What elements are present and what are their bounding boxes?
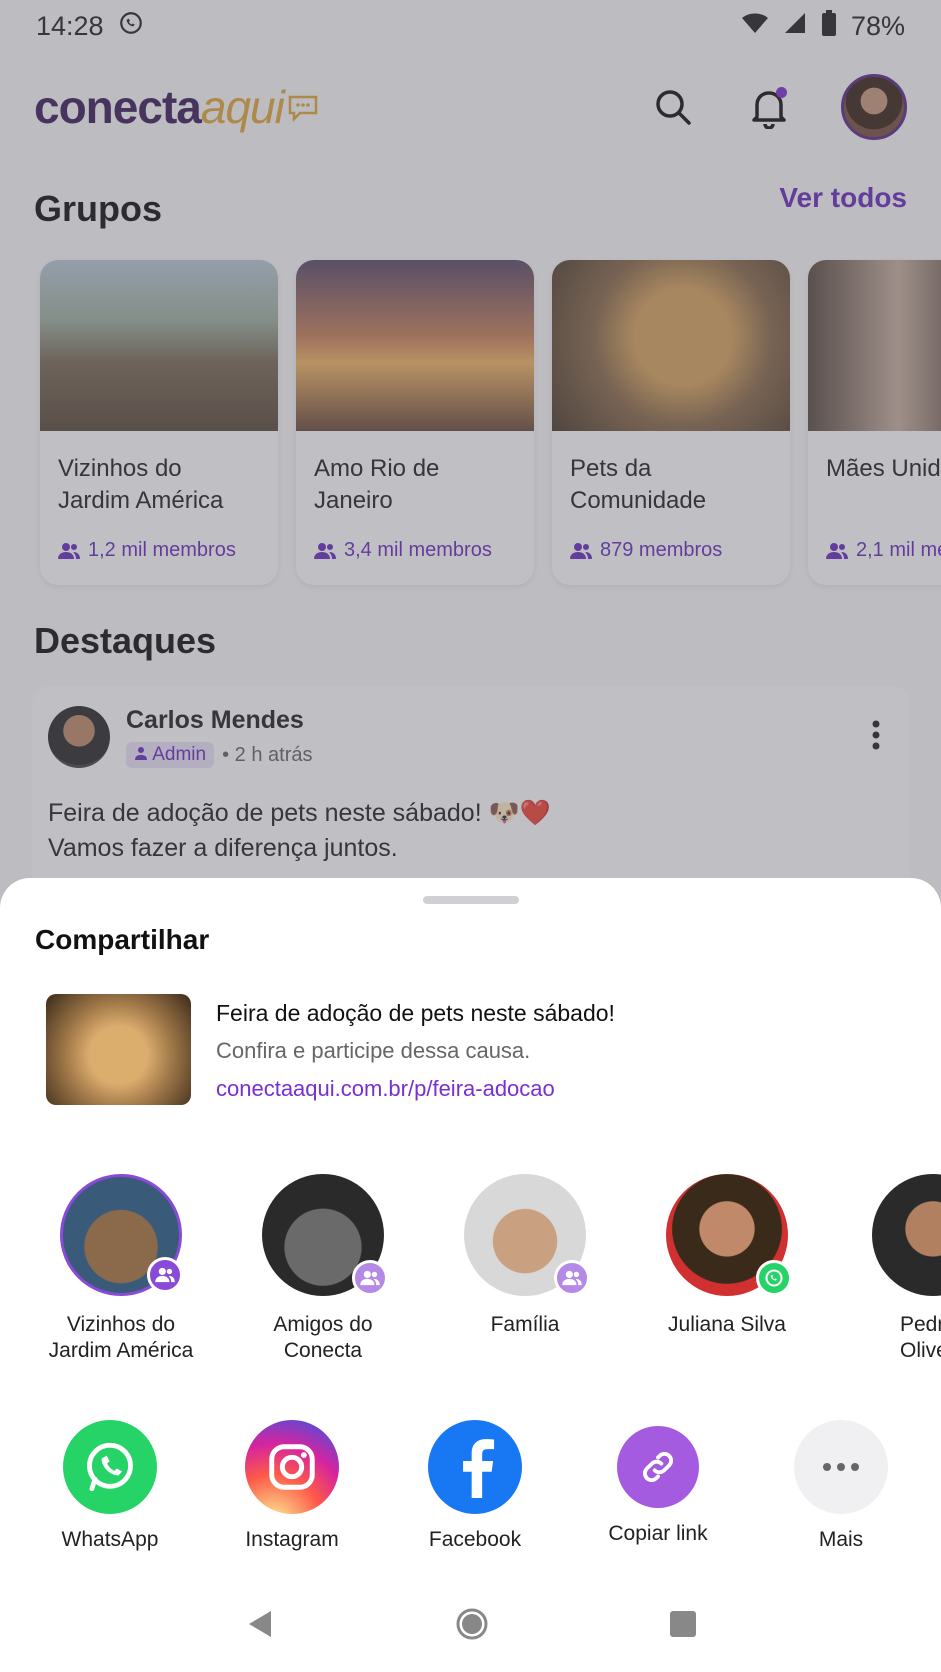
group-badge-icon [147, 1257, 183, 1293]
contact-name: Vizinhos do Jardim América [48, 1313, 194, 1362]
preview-link[interactable]: conectaaqui.com.br/p/feira-adocao [216, 1076, 555, 1102]
link-icon [617, 1426, 699, 1508]
contact-name: Família [490, 1313, 560, 1336]
recents-icon[interactable] [669, 1610, 697, 1643]
facebook-icon [428, 1420, 522, 1514]
share-whatsapp-button[interactable]: WhatsApp [30, 1420, 190, 1552]
contact-name: Amigos do Conecta [273, 1313, 373, 1362]
contact-item[interactable]: Amigos do Conecta [218, 1174, 428, 1364]
avatar [666, 1174, 792, 1296]
whatsapp-badge-icon [756, 1260, 792, 1296]
share-facebook-button[interactable]: Facebook [395, 1420, 555, 1552]
contact-item[interactable]: Juliana Silva [622, 1174, 832, 1338]
share-bottom-sheet: Compartilhar Feira de adoção de pets nes… [0, 878, 941, 1672]
contact-name: Juliana Silva [668, 1313, 786, 1336]
sheet-drag-handle[interactable] [423, 896, 519, 904]
sheet-title: Compartilhar [35, 924, 210, 955]
more-options-button[interactable]: Mais [761, 1420, 921, 1552]
more-horizontal-icon [794, 1420, 888, 1514]
share-contacts-row[interactable]: Vizinhos do Jardim América Amigos do Con… [0, 1174, 941, 1374]
system-nav-bar [0, 1580, 941, 1672]
copy-link-button[interactable]: Copiar link [578, 1420, 738, 1546]
contact-item[interactable]: Vizinhos do Jardim América [16, 1174, 226, 1364]
group-badge-icon [554, 1260, 590, 1296]
contact-item[interactable]: Pedr Olivei [824, 1174, 941, 1364]
avatar [872, 1174, 941, 1296]
back-icon[interactable] [245, 1609, 275, 1644]
preview-description: Confira e participe dessa causa. [216, 1038, 531, 1063]
home-icon[interactable] [455, 1607, 489, 1646]
whatsapp-icon [63, 1420, 157, 1514]
instagram-icon [245, 1420, 339, 1514]
share-instagram-button[interactable]: Instagram [212, 1420, 372, 1552]
avatar [60, 1174, 183, 1296]
preview-title: Feira de adoção de pets neste sábado! [216, 1000, 615, 1026]
avatar [262, 1174, 388, 1296]
contact-name: Pedr Olivei [900, 1313, 941, 1362]
avatar [464, 1174, 590, 1296]
contact-item[interactable]: Família [420, 1174, 630, 1338]
preview-thumbnail [46, 994, 191, 1105]
group-badge-icon [352, 1260, 388, 1296]
